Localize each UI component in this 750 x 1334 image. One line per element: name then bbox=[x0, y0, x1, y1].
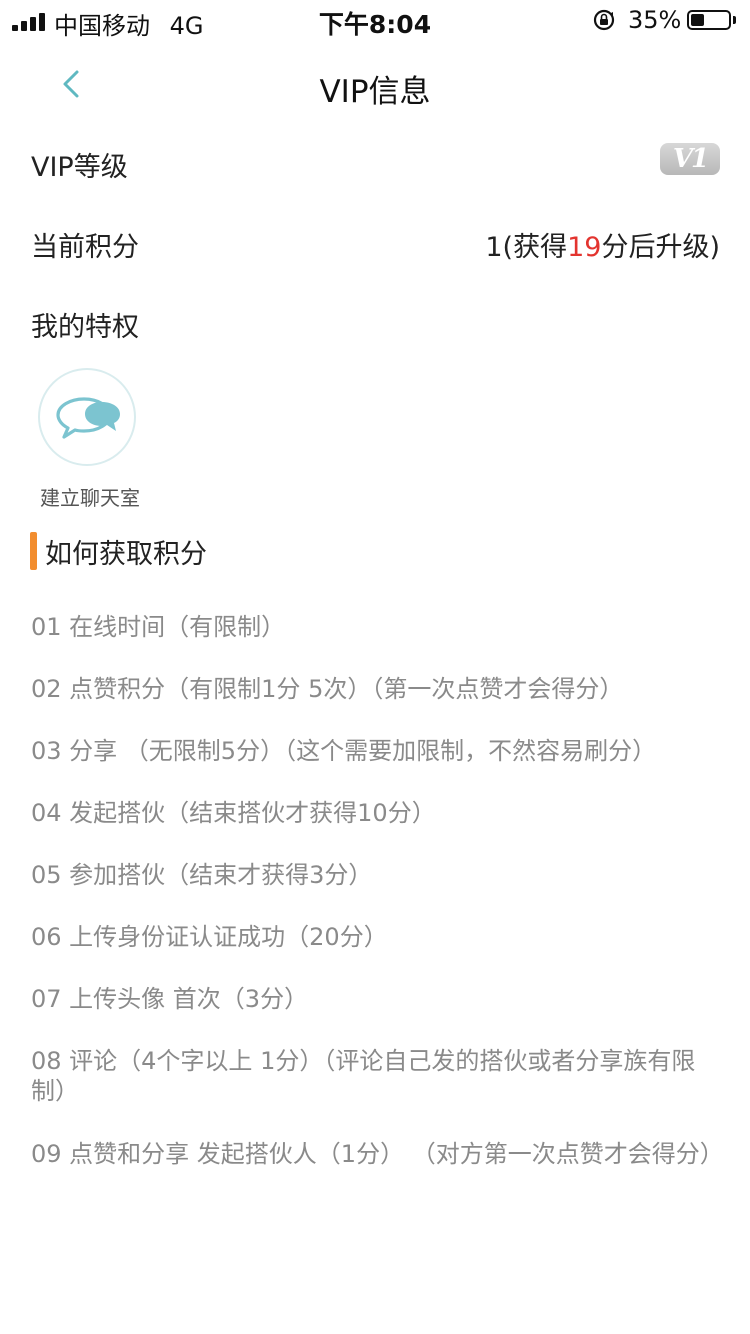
status-bar: 中国移动 4G 下午8:04 35% bbox=[0, 0, 750, 40]
rule-item: 02 点赞积分（有限制1分 5次）（第一次点赞才会得分） bbox=[31, 675, 624, 703]
privilege-item-label: 建立聊天室 bbox=[40, 486, 140, 510]
rule-item: 03 分享 （无限制5分）（这个需要加限制，不然容易刷分） bbox=[31, 737, 657, 765]
rule-item: 08 评论（4个字以上 1分）（评论自己发的搭伙或者分享族有限制） bbox=[31, 1047, 696, 1105]
battery-icon bbox=[687, 10, 731, 30]
rotation-lock-icon bbox=[593, 9, 615, 31]
rule-item: 05 参加搭伙（结束才获得3分） bbox=[31, 861, 373, 889]
current-points-value: 1(获得19分后升级) bbox=[485, 225, 720, 264]
battery-percent: 35% bbox=[628, 6, 682, 34]
points-suffix: 分后升级) bbox=[601, 232, 720, 263]
vip-level-label: VIP等级 bbox=[31, 152, 128, 183]
navigation-bar: VIP信息 bbox=[0, 44, 750, 124]
vip-level-badge: V1 bbox=[660, 143, 720, 175]
page-title: VIP信息 bbox=[319, 74, 431, 110]
rule-item: 07 上传头像 首次（3分） bbox=[31, 985, 309, 1013]
chat-bubbles-icon bbox=[56, 397, 120, 439]
rule-item: 09 点赞和分享 发起搭伙人（1分） （对方第一次点赞才会得分） bbox=[31, 1140, 724, 1168]
create-chatroom-button[interactable] bbox=[38, 368, 136, 466]
points-prefix: (获得 bbox=[502, 232, 568, 263]
current-points-label: 当前积分 bbox=[31, 232, 139, 263]
section-accent-bar bbox=[30, 532, 37, 570]
section-title: 如何获取积分 bbox=[45, 539, 207, 570]
current-points-row: 当前积分 1(获得19分后升级) bbox=[31, 217, 720, 267]
rule-item: 01 在线时间（有限制） bbox=[31, 613, 286, 641]
privileges-row: 我的特权 bbox=[31, 297, 720, 347]
privileges-label: 我的特权 bbox=[31, 312, 139, 343]
rule-item: 04 发起搭伙（结束搭伙才获得10分） bbox=[31, 799, 436, 827]
vip-level-row: VIP等级 V1 bbox=[31, 137, 720, 187]
points-current: 1 bbox=[485, 232, 503, 263]
rule-item: 06 上传身份证认证成功（20分） bbox=[31, 923, 388, 951]
points-needed: 19 bbox=[567, 232, 602, 263]
